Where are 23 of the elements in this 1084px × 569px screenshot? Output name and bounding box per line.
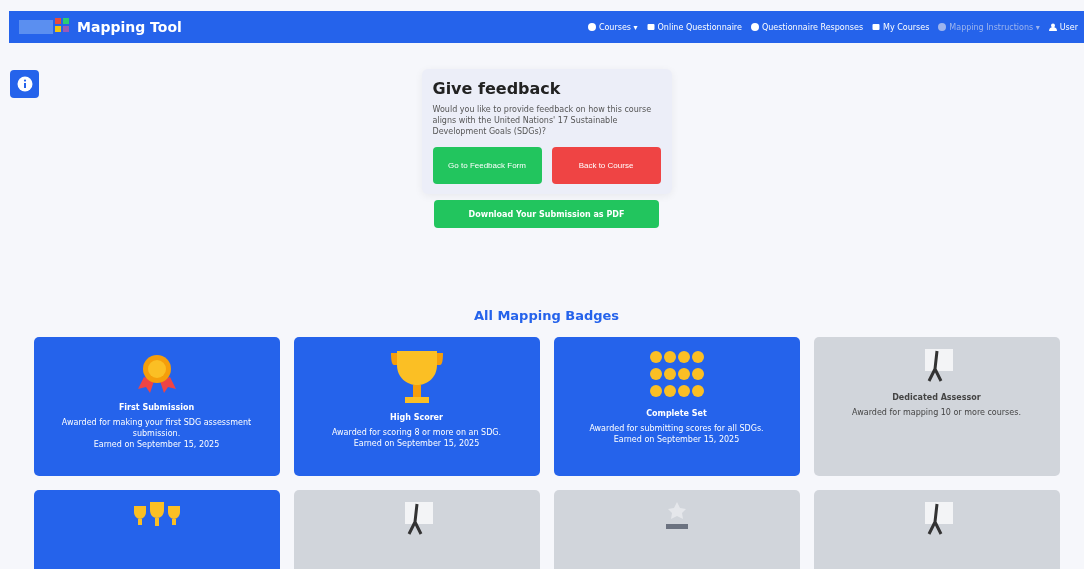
badge-title: Dedicated Assessor <box>892 393 981 402</box>
user-icon <box>1048 23 1057 31</box>
nav-link[interactable]: Courses ▾ <box>587 22 638 32</box>
section-heading: All Mapping Badges <box>473 308 620 323</box>
feedback-title: Give feedback <box>432 79 562 98</box>
badge-description: Awarded for scoring 8 or more on an SDG. <box>331 427 502 438</box>
nav-link[interactable]: Questionnaire Responses <box>750 22 864 32</box>
nav-link[interactable]: My Courses <box>872 22 930 32</box>
badge-description: Awarded for submitting scores for all SDGs. <box>589 423 764 434</box>
badge-date: Earned on September 15, 2025 <box>353 438 480 449</box>
back-button[interactable]: Back to Course <box>551 147 661 184</box>
feedback-text: Would you like to provide feedback on how this course aligns with the United Nations' 17 Sustainable Development Goals (SDGs)? <box>432 104 653 137</box>
badge-description: Awarded for making your first SDG assessment submission. <box>60 417 253 439</box>
badge-title: High Scorer <box>390 413 443 422</box>
badge-title: Complete Set <box>646 409 707 418</box>
badge-description: Awarded for mapping 10 or more courses. <box>852 407 1021 418</box>
nav-link[interactable]: User <box>1048 22 1078 32</box>
app-title: Mapping Tool <box>77 19 182 35</box>
nav-link[interactable]: Online Questionnaire <box>646 22 742 32</box>
badge-title: First Submission <box>118 403 195 412</box>
badge-date: Earned on September 15, 2025 <box>93 439 220 450</box>
info-button[interactable] <box>10 70 39 98</box>
badge-date: Earned on September 15, 2025 <box>613 434 740 445</box>
